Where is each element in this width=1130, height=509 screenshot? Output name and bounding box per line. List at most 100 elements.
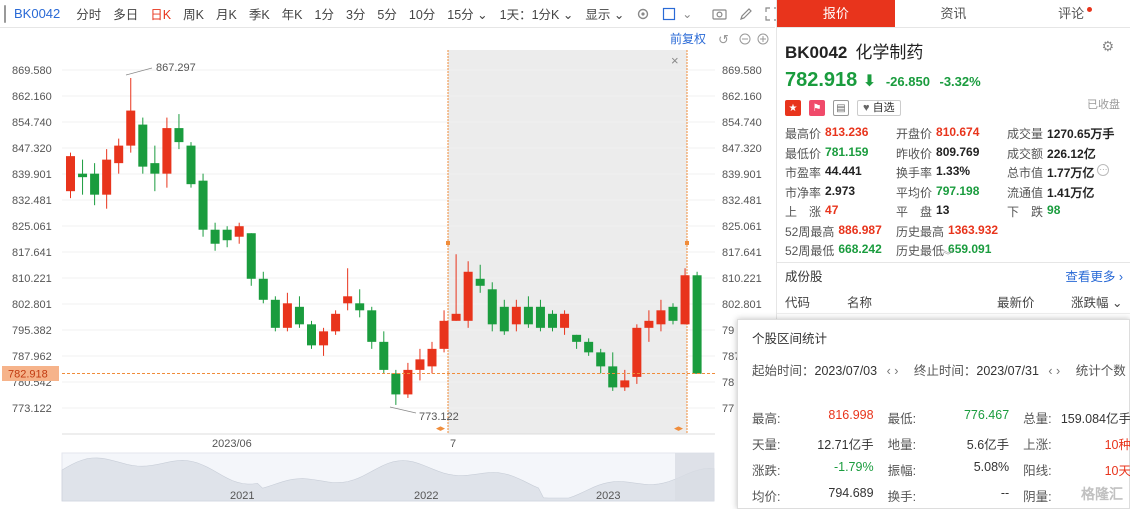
candle-up[interactable]: [656, 310, 666, 325]
run-icon[interactable]: ⚑: [809, 100, 825, 116]
candle-down[interactable]: [367, 310, 377, 342]
candle-down[interactable]: [78, 173, 88, 178]
candle-up[interactable]: [644, 320, 654, 328]
candle-down[interactable]: [608, 366, 618, 388]
candle-down[interactable]: [138, 124, 148, 167]
candle-down[interactable]: [270, 299, 280, 328]
candle-down[interactable]: [198, 180, 208, 230]
restore-mode-label[interactable]: 前复权: [670, 31, 706, 46]
col-pct[interactable]: 涨跌幅 ⌄: [1071, 292, 1122, 311]
candle-down[interactable]: [596, 352, 606, 367]
candle-down[interactable]: [150, 163, 160, 174]
candle-up[interactable]: [114, 145, 124, 164]
candle-down[interactable]: [487, 289, 497, 325]
candle-up[interactable]: [415, 359, 425, 370]
candle-down[interactable]: [535, 306, 545, 328]
candle-up[interactable]: [439, 320, 449, 349]
see-more-link[interactable]: 查看更多 ›: [1065, 266, 1123, 285]
period-tab[interactable]: 分时: [76, 4, 101, 23]
candle-up[interactable]: [451, 313, 461, 321]
period-tab[interactable]: 3分: [346, 4, 365, 23]
start-time-value[interactable]: 2023/07/03: [815, 364, 878, 378]
start-time-arrows-icon[interactable]: ‹ ›: [887, 364, 899, 378]
candle-down[interactable]: [355, 303, 365, 311]
candle-down[interactable]: [391, 373, 401, 395]
period-tab[interactable]: 1天：1分K ⌄: [500, 4, 574, 23]
period-tab[interactable]: 日K: [150, 4, 171, 23]
collapse-chevron-icon[interactable]: ︾: [943, 247, 953, 262]
candle-up[interactable]: [234, 226, 244, 237]
selection-end-handle[interactable]: [685, 241, 689, 245]
col-name[interactable]: 名称: [847, 292, 997, 311]
more-options-icon[interactable]: ···: [1097, 164, 1110, 177]
kline-chart[interactable]: 869.580 862.160 854.740 847.320 839.901 832.4…: [0, 28, 775, 509]
candle-up[interactable]: [331, 313, 341, 332]
period-tab[interactable]: 月K: [216, 4, 237, 23]
candle-down[interactable]: [475, 278, 485, 286]
candle-up[interactable]: [632, 327, 642, 377]
period-tab[interactable]: 显示 ⌄: [585, 4, 624, 23]
candle-up[interactable]: [126, 110, 136, 146]
period-tab[interactable]: 周K: [183, 4, 204, 23]
settings-icon[interactable]: [636, 5, 650, 23]
undo-icon[interactable]: ↺: [718, 32, 729, 47]
col-code[interactable]: 代码: [785, 292, 847, 311]
candle-down[interactable]: [668, 306, 678, 321]
candle-down[interactable]: [499, 306, 509, 332]
candle-up[interactable]: [102, 159, 112, 195]
notes-icon[interactable]: ▤: [833, 100, 849, 116]
add-watchlist-button[interactable]: ♥ 自选: [857, 100, 901, 116]
tab-news[interactable]: 资讯: [895, 0, 1013, 27]
candle-down[interactable]: [174, 128, 184, 143]
candle-up[interactable]: [162, 128, 172, 174]
selection-region[interactable]: [448, 50, 687, 434]
candle-up[interactable]: [427, 348, 437, 367]
period-tab[interactable]: 10分: [409, 4, 435, 23]
camera-icon[interactable]: [712, 5, 727, 23]
period-tab[interactable]: 季K: [249, 4, 270, 23]
candle-down[interactable]: [186, 145, 196, 185]
layout-icon[interactable]: [662, 5, 676, 23]
selection-start-handle[interactable]: [446, 241, 450, 245]
candle-down[interactable]: [258, 278, 268, 300]
candle-down[interactable]: [307, 324, 316, 346]
period-tab[interactable]: 15分 ⌄: [447, 4, 487, 23]
selection-start-arrows[interactable]: ◂▸: [436, 423, 446, 433]
selection-end-arrows[interactable]: ◂▸: [674, 423, 684, 433]
gear-icon[interactable]: ⚙: [1101, 38, 1114, 55]
chevron-down-icon[interactable]: ⌄: [682, 5, 692, 23]
candle-down[interactable]: [584, 341, 594, 353]
end-time-arrows-icon[interactable]: ‹ ›: [1048, 364, 1060, 378]
tab-quote[interactable]: 报价: [777, 0, 895, 27]
candle-down[interactable]: [222, 229, 232, 241]
period-tab[interactable]: 1分: [315, 4, 334, 23]
candle-up[interactable]: [463, 271, 473, 321]
candle-down[interactable]: [523, 306, 533, 325]
candle-up[interactable]: [560, 313, 570, 328]
candle-up[interactable]: [282, 303, 292, 328]
period-tab[interactable]: 年K: [282, 4, 303, 23]
pen-icon[interactable]: [739, 5, 753, 23]
sidebar-toggle-icon[interactable]: [4, 4, 6, 23]
selection-close-icon[interactable]: ×: [671, 53, 679, 68]
candle-down[interactable]: [90, 173, 100, 195]
tab-comments[interactable]: 评论: [1012, 0, 1130, 27]
candle-down[interactable]: [294, 306, 304, 325]
period-tab[interactable]: 多日: [113, 4, 138, 23]
candle-down[interactable]: [210, 229, 220, 244]
candle-up[interactable]: [511, 306, 521, 325]
candle-up[interactable]: [343, 296, 353, 304]
flag-icon[interactable]: ★: [785, 100, 801, 116]
candle-down[interactable]: [379, 341, 389, 370]
period-tab[interactable]: 5分: [377, 4, 396, 23]
candle-down[interactable]: [572, 334, 582, 342]
navigator-window[interactable]: [675, 453, 714, 501]
candle-up[interactable]: [620, 380, 630, 388]
end-time-value[interactable]: 2023/07/31: [976, 364, 1039, 378]
kline-svg[interactable]: 869.580 862.160 854.740 847.320 839.901 832.4…: [0, 28, 775, 509]
candle-down[interactable]: [246, 233, 256, 279]
candle-up[interactable]: [66, 156, 75, 192]
col-price[interactable]: 最新价: [997, 292, 1071, 311]
stock-code[interactable]: BK0042: [14, 6, 60, 21]
candle-down[interactable]: [548, 313, 557, 328]
